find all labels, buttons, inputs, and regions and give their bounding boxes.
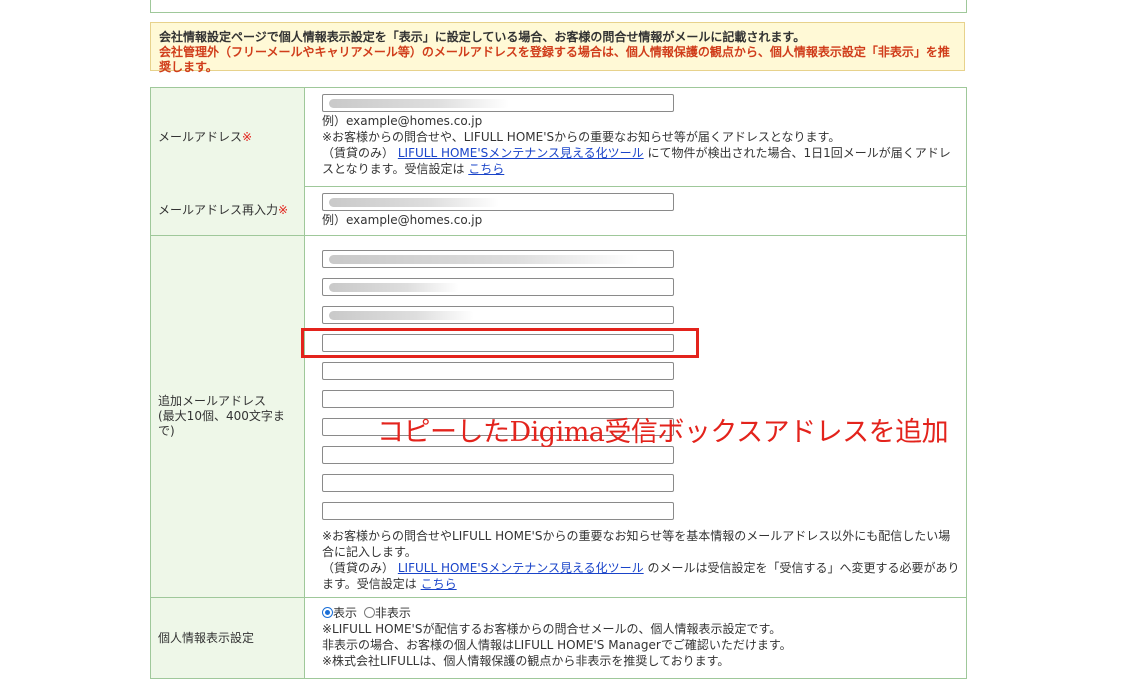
privacy-setting-row: 個人情報表示設定 表示 非表示 ※LIFULL HOME'Sが配信するお客様から… (150, 598, 967, 679)
email-note-1: ※お客様からの問合せや、LIFULL HOME'Sからの重要なお知らせ等が届くア… (322, 130, 841, 144)
radio-show-label[interactable]: 表示 (333, 606, 357, 620)
email-example: 例）example@homes.co.jp (322, 114, 483, 128)
blurred-value (329, 198, 499, 207)
blurred-value (329, 255, 639, 264)
highlight-box (301, 328, 699, 358)
additional-email-input-9[interactable] (322, 474, 674, 492)
additional-email-input-10[interactable] (322, 502, 674, 520)
additional-email-input-1[interactable] (322, 250, 674, 268)
additional-email-note-2: （賃貸のみ） LIFULL HOME'Sメンテナンス見える化ツール のメールは受… (322, 561, 960, 591)
annotation-text: コピーしたDigima受信ボックスアドレスを追加 (377, 417, 949, 448)
privacy-note-1: ※LIFULL HOME'Sが配信するお客様からの問合せメールの、個人情報表示設… (322, 622, 782, 636)
additional-email-input-5[interactable] (322, 362, 674, 380)
email-note-2: （賃貸のみ） LIFULL HOME'Sメンテナンス見える化ツール にて物件が検… (322, 146, 951, 176)
privacy-note-3: ※株式会社LIFULLは、個人情報保護の観点から非表示を推奨しております。 (322, 654, 730, 668)
additional-email-label: 追加メールアドレス (最大10個、400文字まで) (151, 236, 305, 597)
radio-hide-label[interactable]: 非表示 (375, 606, 411, 620)
email-input[interactable] (322, 94, 674, 112)
notice-line-2: 会社管理外（フリーメールやキャリアメール等）のメールアドレスを登録する場合は、個… (159, 45, 950, 74)
privacy-note-2: 非表示の場合、お客様の個人情報はLIFULL HOME'S Managerでご確… (322, 638, 792, 652)
email-confirm-row: メールアドレス再入力 ※ 例）example@homes.co.jp (150, 186, 967, 236)
privacy-radio-group: 表示 非表示 (322, 605, 966, 621)
privacy-setting-label: 個人情報表示設定 (151, 598, 305, 678)
blurred-value (329, 311, 474, 320)
receive-settings-link[interactable]: こちら (421, 577, 457, 591)
required-mark: ※ (242, 129, 253, 144)
email-row: メールアドレス ※ 例）example@homes.co.jp ※お客様からの問合… (150, 87, 967, 187)
email-label: メールアドレス ※ (151, 88, 305, 186)
blurred-value (329, 283, 459, 292)
email-confirm-example: 例）example@homes.co.jp (322, 213, 483, 227)
maintenance-tool-link[interactable]: LIFULL HOME'Sメンテナンス見える化ツール (398, 146, 644, 160)
radio-show[interactable] (322, 607, 333, 618)
blurred-value (329, 99, 509, 108)
additional-email-input-3[interactable] (322, 306, 674, 324)
previous-row-bottom (150, 0, 967, 13)
additional-email-input-2[interactable] (322, 278, 674, 296)
radio-hide[interactable] (363, 607, 375, 618)
maintenance-tool-link[interactable]: LIFULL HOME'Sメンテナンス見える化ツール (398, 561, 644, 575)
email-confirm-input[interactable] (322, 193, 674, 211)
additional-email-input-6[interactable] (322, 390, 674, 408)
email-confirm-label: メールアドレス再入力 ※ (151, 186, 305, 235)
notice-line-1: 会社情報設定ページで個人情報表示設定を「表示」に設定している場合、お客様の問合せ… (159, 30, 806, 44)
receive-settings-link[interactable]: こちら (468, 162, 504, 176)
additional-email-note-1: ※お客様からの問合せやLIFULL HOME'Sからの重要なお知らせ等を基本情報… (322, 529, 951, 559)
required-mark: ※ (278, 203, 289, 217)
privacy-notice: 会社情報設定ページで個人情報表示設定を「表示」に設定している場合、お客様の問合せ… (150, 22, 965, 74)
